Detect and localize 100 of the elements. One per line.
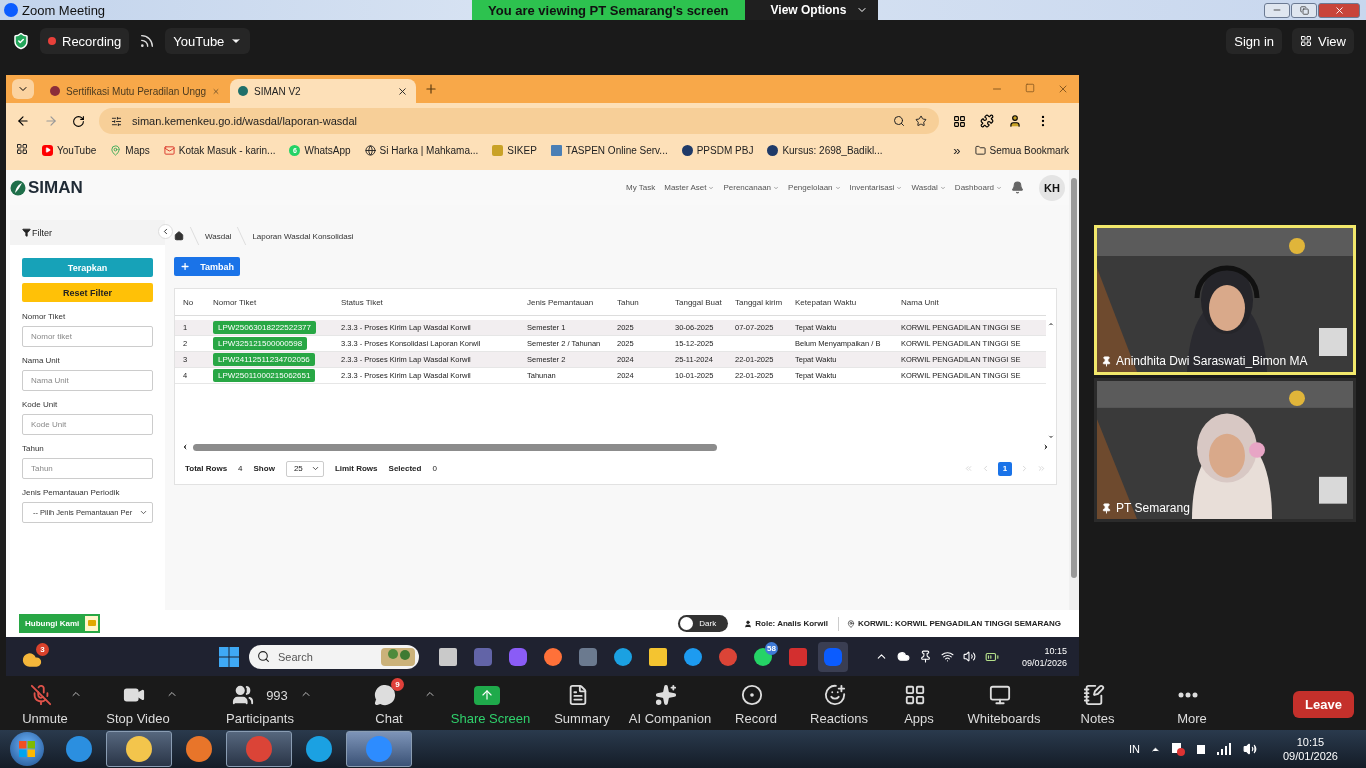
sign-in-button[interactable]: Sign in <box>1226 28 1283 54</box>
nav-link[interactable]: Wasdal <box>911 183 946 192</box>
vertical-scrollbar[interactable] <box>1046 320 1056 441</box>
user-icon <box>744 619 753 628</box>
taskbar-clock[interactable]: 10:15 09/01/2026 <box>1021 644 1067 669</box>
browser-tab[interactable]: SIMAN V2 <box>230 79 416 103</box>
view-button[interactable]: View <box>1292 28 1354 54</box>
taskbar-app[interactable]: 58 <box>748 641 778 672</box>
more-bookmarks-button[interactable]: » <box>953 143 961 157</box>
start-button[interactable] <box>10 732 44 766</box>
meeting-control-button[interactable]: Apps <box>879 680 959 728</box>
extensions-icon[interactable] <box>980 114 994 128</box>
search-field[interactable]: Search <box>249 644 419 669</box>
taskbar-program[interactable] <box>226 731 292 767</box>
meeting-control-button[interactable]: Record <box>713 680 799 728</box>
meeting-control-button[interactable]: Reactions <box>799 680 879 728</box>
stream-button[interactable]: YouTube <box>165 28 251 54</box>
bookmark-star-icon[interactable] <box>915 115 927 127</box>
reset-filter-button[interactable]: Reset Filter <box>22 283 153 302</box>
add-button[interactable]: Tambah <box>174 257 240 276</box>
address-bar[interactable]: siman.kemenkeu.go.id/wasdal/laporan-wasdal <box>99 108 939 134</box>
bookmark-link[interactable]: TASPEN Online Serv... <box>550 143 668 157</box>
browser-tab[interactable]: Sertifikasi Mutu Peradilan Ungg <box>42 79 228 103</box>
location-text: KORWIL: KORWIL PENGADILAN TINGGI SEMARANG <box>857 619 1061 628</box>
meeting-control-button[interactable]: More <box>1146 680 1238 728</box>
pen-icon[interactable] <box>918 650 932 663</box>
nav-link[interactable]: My Task <box>626 183 656 192</box>
notification-bell-icon[interactable] <box>1011 181 1024 194</box>
taskbar-program[interactable] <box>106 731 172 767</box>
theme-toggle[interactable]: Dark <box>678 615 729 632</box>
close-icon <box>1333 4 1345 16</box>
bookmark-link[interactable]: Maps <box>110 143 150 157</box>
meeting-control-button[interactable]: Share Screen <box>444 680 537 728</box>
volume-icon[interactable] <box>962 650 976 663</box>
bookmark-link[interactable]: PPSDM PBJ <box>681 143 754 157</box>
leaf-logo-icon <box>10 179 26 196</box>
new-tab-icon[interactable] <box>424 82 438 96</box>
column-header: Status Tiket <box>340 297 384 307</box>
leave-button[interactable]: Leave <box>1293 690 1354 718</box>
meeting-control-button[interactable]: AI Companion <box>627 680 713 728</box>
recording-button[interactable]: Recording <box>40 28 130 54</box>
minimize-button[interactable] <box>1264 2 1290 18</box>
palm-tree-icon <box>381 647 415 666</box>
signal-icon[interactable] <box>1216 743 1233 755</box>
scroll-up-icon <box>1047 320 1055 328</box>
map-pin-icon <box>110 144 122 156</box>
profile-icon[interactable] <box>1008 114 1022 128</box>
back-icon[interactable] <box>16 114 30 128</box>
selected-label: Selected <box>388 464 422 473</box>
input-field[interactable]: Nomor tiket <box>22 326 153 347</box>
meeting-control-button[interactable]: Whiteboards <box>959 680 1049 728</box>
bookmark-link[interactable]: SIKEP <box>492 143 537 157</box>
page-scrollbar[interactable] <box>1069 170 1079 610</box>
close-button[interactable] <box>1318 2 1360 18</box>
nav-link[interactable]: Dashboard <box>954 183 1002 192</box>
wifi-icon[interactable] <box>940 650 954 663</box>
apps-icon[interactable] <box>16 143 28 155</box>
input-field[interactable]: Kode Unit <box>22 414 153 435</box>
weather-icon[interactable] <box>22 650 42 670</box>
view-options-button[interactable]: View Options <box>744 0 879 20</box>
breadcrumb-link[interactable]: Laporan Wasdal Konsolidasi <box>252 231 354 241</box>
cloud-icon[interactable] <box>896 650 910 663</box>
bookmark-link[interactable]: YouTube <box>42 143 97 157</box>
nav-link[interactable]: Inventarisasi <box>849 183 903 192</box>
nav-link[interactable]: Perencanaan <box>723 183 780 192</box>
scroll-down-icon <box>1047 433 1055 441</box>
nav-link[interactable]: Master Aset <box>664 183 715 192</box>
bookmark-link[interactable]: Si Harka | Mahkama... <box>364 143 479 157</box>
filter-title: Filter <box>32 227 52 238</box>
qr-icon[interactable] <box>953 114 966 128</box>
window-title: Zoom Meeting <box>22 2 106 18</box>
windows-logo-icon[interactable] <box>219 646 239 667</box>
notes-icon <box>1082 684 1105 706</box>
meeting-control-button[interactable]: Unmute <box>0 680 90 728</box>
nav-link[interactable]: Pengelolaan <box>788 183 841 192</box>
home-icon[interactable] <box>174 231 184 241</box>
maximize-button[interactable] <box>1291 2 1317 18</box>
close-icon[interactable] <box>397 85 408 97</box>
meeting-control-button[interactable]: Notes <box>1049 680 1146 728</box>
selected-value: 0 <box>432 464 437 473</box>
input-field[interactable]: Tahun <box>22 458 153 479</box>
reload-icon[interactable] <box>72 114 85 128</box>
rss-icon[interactable] <box>139 33 156 49</box>
input-field[interactable]: Nama Unit <box>22 370 153 391</box>
location-pin-icon <box>846 619 855 628</box>
meeting-control-button[interactable]: Stop Video <box>90 680 186 728</box>
flag-icon[interactable] <box>1170 742 1185 756</box>
page-button[interactable]: 1 <box>998 461 1012 476</box>
rows-per-page-select[interactable]: 25 <box>285 460 324 477</box>
meeting-control-button[interactable]: 993 Participants <box>186 680 334 728</box>
tab-menu-button[interactable] <box>12 79 34 99</box>
all-bookmarks-link[interactable]: Semua Bookmark <box>974 143 1069 157</box>
meeting-control-button[interactable]: Summary <box>537 680 627 728</box>
volume-icon[interactable] <box>1242 742 1257 756</box>
meeting-control-button[interactable]: 9 Chat <box>334 680 444 728</box>
bookmark-link[interactable]: Kursus: 2698_Badikl... <box>767 143 883 157</box>
breadcrumb-link[interactable]: Wasdal <box>205 231 232 241</box>
system-clock[interactable]: 10:15 09/01/2026 <box>1282 735 1338 763</box>
share-screen-icon <box>473 685 500 705</box>
bookmark-link[interactable]: Kotak Masuk - karin... <box>163 143 276 157</box>
